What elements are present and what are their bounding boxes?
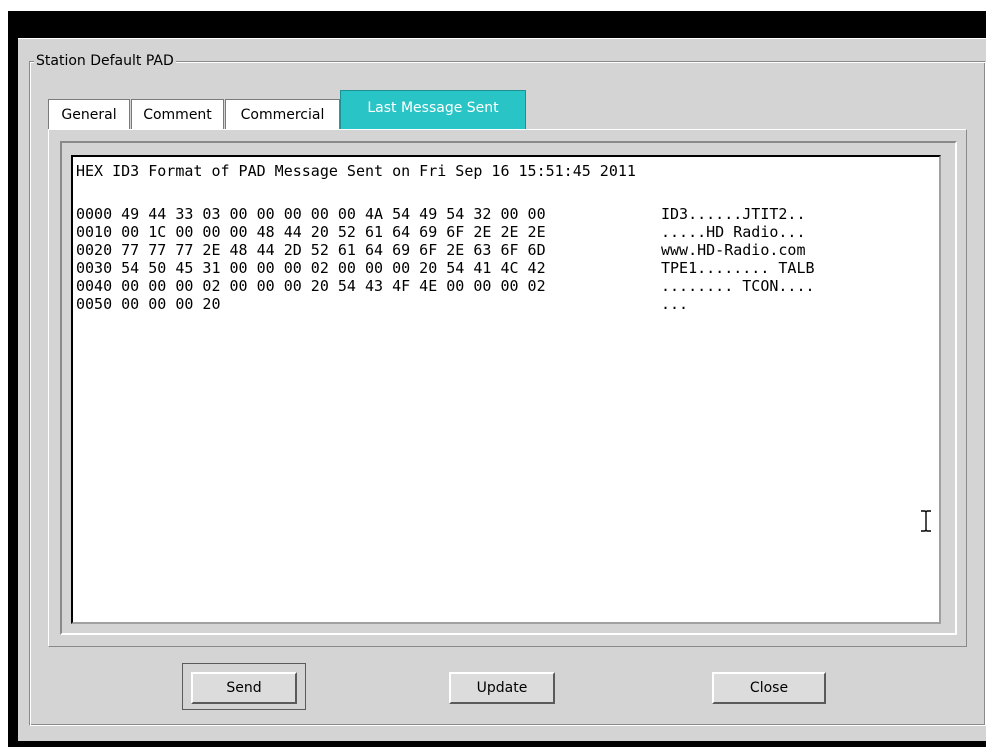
send-button[interactable]: Send: [191, 672, 297, 704]
ascii-line: ........ TCON....: [661, 277, 815, 295]
ibeam-cursor-icon: [921, 510, 931, 532]
hex-line: 0030 54 50 45 31 00 00 00 02 00 00 00 20…: [76, 259, 546, 277]
hex-line: 0000 49 44 33 03 00 00 00 00 00 4A 54 49…: [76, 205, 546, 223]
ascii-line: .....HD Radio...: [661, 223, 806, 241]
hex-line: 0050 00 00 00 20: [76, 295, 221, 313]
ascii-line: www.HD-Radio.com: [661, 241, 806, 259]
hex-line: 0040 00 00 00 02 00 00 00 20 54 43 4F 4E…: [76, 277, 546, 295]
window-titlebar[interactable]: [8, 11, 986, 38]
screen: Station Default PAD General Comment Comm…: [0, 0, 986, 747]
groupbox-title: Station Default PAD: [34, 52, 176, 70]
tab-commercial[interactable]: Commercial: [225, 99, 340, 130]
ascii-line: ID3......JTIT2..: [661, 205, 806, 223]
hex-line: 0020 77 77 77 2E 48 44 2D 52 61 64 69 6F…: [76, 241, 546, 259]
tab-last-message-sent[interactable]: Last Message Sent: [340, 90, 526, 130]
hex-line: 0010 00 1C 00 00 00 48 44 20 52 61 64 69…: [76, 223, 546, 241]
tab-general[interactable]: General: [48, 99, 130, 130]
message-text-content: HEX ID3 Format of PAD Message Sent on Fr…: [76, 161, 815, 467]
close-button[interactable]: Close: [712, 672, 826, 704]
ascii-line: TPE1........ TALB: [661, 259, 815, 277]
window-frame-left: [8, 11, 18, 747]
tab-comment[interactable]: Comment: [131, 99, 224, 130]
update-button[interactable]: Update: [449, 672, 555, 704]
window-frame-bottom: [8, 740, 986, 747]
message-text-area[interactable]: HEX ID3 Format of PAD Message Sent on Fr…: [71, 155, 941, 624]
ascii-line: ...: [661, 295, 689, 313]
message-header: HEX ID3 Format of PAD Message Sent on Fr…: [76, 162, 636, 180]
